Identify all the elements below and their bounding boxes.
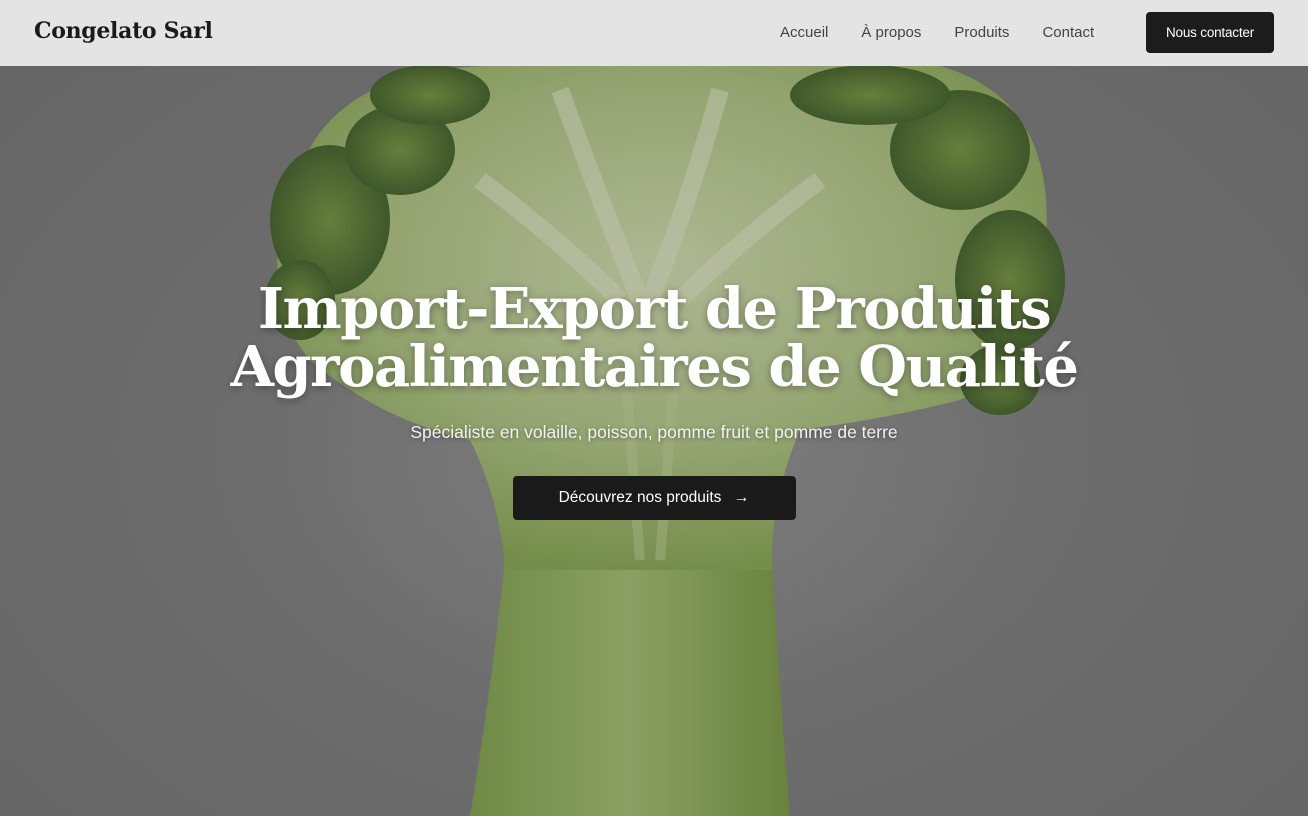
nav-produits[interactable]: Produits: [954, 24, 1009, 41]
hero-title-line1: Import-Export de Produits: [257, 276, 1052, 342]
main-nav: Accueil À propos Produits Contact: [780, 24, 1127, 41]
page: Congelato Sarl Accueil À propos Produits…: [0, 0, 1308, 816]
hero-subtitle: Spécialiste en volaille, poisson, pomme …: [410, 422, 898, 442]
nav-contact[interactable]: Contact: [1042, 24, 1094, 41]
arrow-right-icon: →: [733, 489, 750, 506]
hero-title-line2: Agroalimentaires de Qualité: [230, 334, 1079, 400]
discover-products-label: Découvrez nos produits: [558, 489, 722, 506]
nav-accueil[interactable]: Accueil: [780, 24, 828, 41]
brand-logo[interactable]: Congelato Sarl: [34, 18, 213, 44]
discover-products-button[interactable]: Découvrez nos produits →: [512, 476, 796, 520]
contact-us-button[interactable]: Nous contacter: [1146, 12, 1274, 53]
nav-a-propos[interactable]: À propos: [861, 24, 921, 41]
site-header: Congelato Sarl Accueil À propos Produits…: [0, 0, 1308, 66]
hero-title: Import-Export de Produits Agroalimentair…: [0, 280, 1308, 396]
hero-content: Import-Export de Produits Agroalimentair…: [0, 280, 1308, 520]
